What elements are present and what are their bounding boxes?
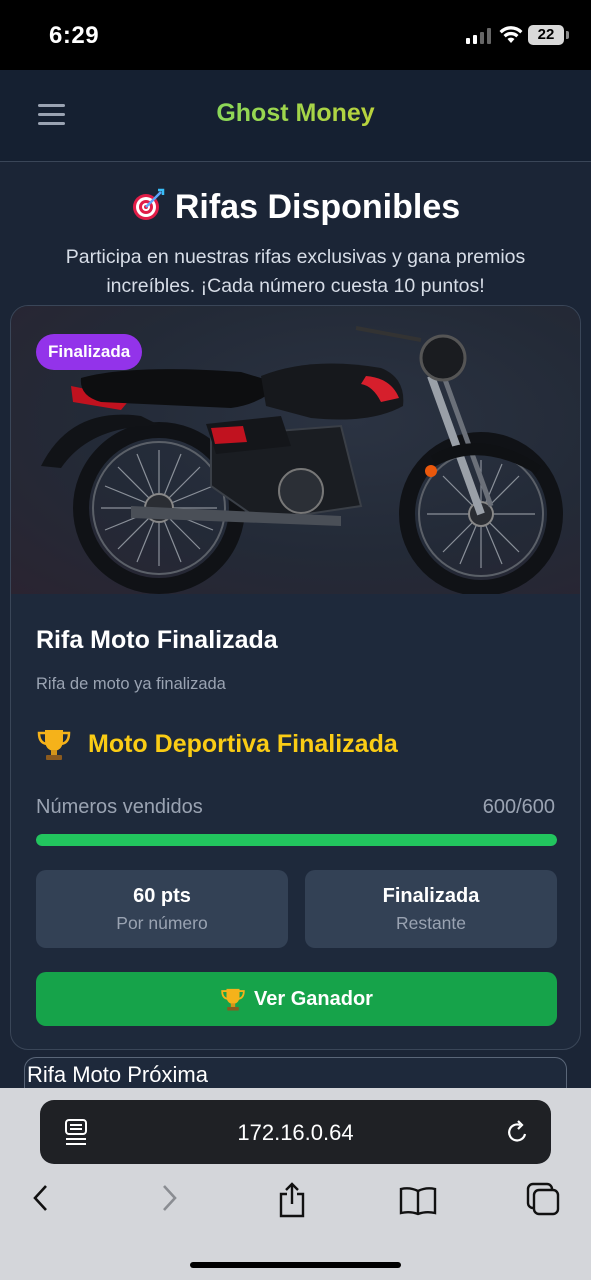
remaining-label: Restante xyxy=(395,913,467,933)
home-indicator xyxy=(190,1262,401,1268)
target-icon xyxy=(132,188,165,220)
cellular-signal-icon xyxy=(466,28,492,44)
tabs-icon[interactable] xyxy=(526,1182,560,1216)
app-title: Ghost Money xyxy=(0,99,591,128)
battery-tip xyxy=(566,31,569,39)
raffle-title: Rifa Moto Finalizada xyxy=(36,626,278,654)
price-value: 60 pts xyxy=(133,885,191,907)
status-time: 6:29 xyxy=(49,22,100,49)
back-icon[interactable] xyxy=(30,1182,52,1214)
motorcycle-image: Finalizada xyxy=(11,306,580,596)
share-icon[interactable] xyxy=(277,1182,307,1218)
battery-indicator: 22 xyxy=(528,25,564,45)
price-stat: 60 pts Por número xyxy=(36,870,288,948)
remaining-value: Finalizada xyxy=(382,885,480,907)
sold-label: Números vendidos xyxy=(36,796,203,818)
reload-icon[interactable] xyxy=(506,1119,530,1145)
trophy-icon xyxy=(37,730,71,760)
page-subtitle: Participa en nuestras rifas exclusivas y… xyxy=(65,246,526,297)
url-text: 172.16.0.64 xyxy=(237,1120,354,1145)
prize-name: Moto Deportiva Finalizada xyxy=(88,729,398,758)
price-label: Por número xyxy=(116,913,208,933)
next-raffle-title: Rifa Moto Próxima xyxy=(27,1062,208,1087)
view-winner-button[interactable]: Ver Ganador xyxy=(36,972,557,1026)
sold-value: 600/600 xyxy=(482,796,555,818)
page-title-text: Rifas Disponibles xyxy=(174,188,461,226)
status-badge: Finalizada xyxy=(36,334,143,370)
forward-icon[interactable] xyxy=(158,1182,180,1214)
prize-row: Moto Deportiva Finalizada xyxy=(36,724,398,764)
sold-progress-fill xyxy=(36,834,557,846)
wifi-icon xyxy=(499,26,523,43)
raffle-description: Rifa de moto ya finalizada xyxy=(36,675,226,693)
view-winner-label: Ver Ganador xyxy=(254,987,373,1010)
remaining-stat: Finalizada Restante xyxy=(305,870,557,948)
raffle-card: Finalizada Rifa Moto Finalizada Rifa de … xyxy=(10,305,581,1050)
sold-progress-bar xyxy=(36,834,557,846)
trophy-icon xyxy=(221,988,245,1011)
page-title: Rifas Disponibles xyxy=(0,188,591,227)
bookmarks-icon[interactable] xyxy=(399,1186,437,1216)
